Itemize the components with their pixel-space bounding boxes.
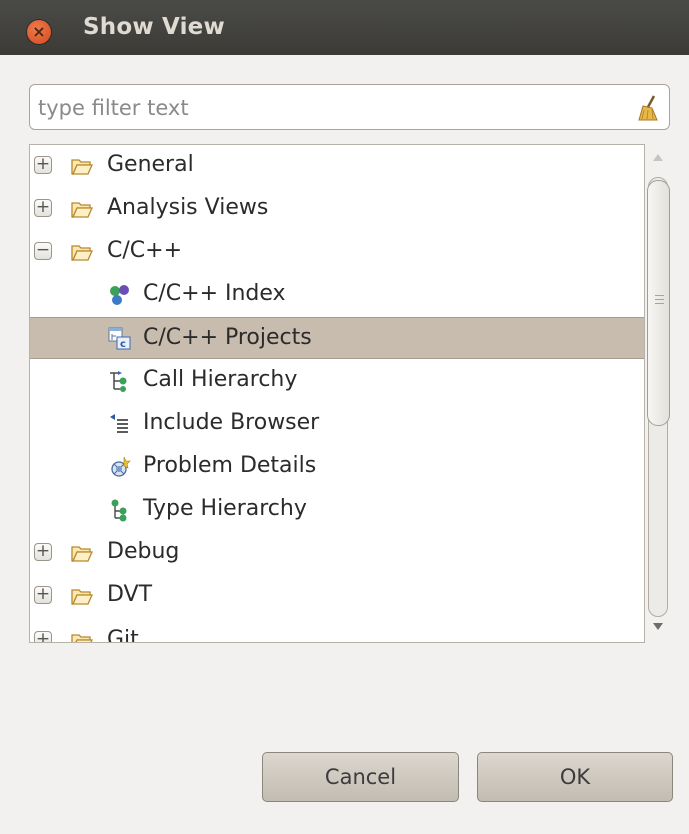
tree-item-cpp-index[interactable]: C/C++ Index [30,274,644,316]
folder-icon [71,634,93,642]
call-hierarchy-icon [110,371,127,392]
expand-toggle[interactable]: + [34,156,52,174]
folder-icon [71,159,93,175]
svg-text:c: c [120,339,126,350]
collapse-toggle[interactable]: − [34,242,52,260]
tree-item-label: Analysis Views [107,195,269,220]
tree-item-call-hierarchy[interactable]: Call Hierarchy [30,360,644,402]
tree-item-cpp[interactable]: − C/C++ [30,231,644,273]
folder-icon [71,202,93,218]
tree-item-label: Problem Details [143,453,317,478]
tree-item-label: C/C++ [107,238,183,263]
tree-item-cpp-projects[interactable]: c C/C++ Projects [30,317,644,359]
scroll-up-arrow-icon[interactable] [653,154,663,161]
close-window-button[interactable]: × [27,20,51,44]
type-hierarchy-icon [111,499,127,522]
ok-button[interactable]: OK [477,752,673,802]
folder-icon [71,589,93,605]
title-bar: × Show View [0,0,689,55]
tree-item-label: C/C++ Projects [143,325,312,350]
grip-line [655,299,664,300]
cancel-button[interactable]: Cancel [262,752,459,802]
folder-open-icon [71,245,93,261]
view-tree[interactable]: + General + Analysis Views − C/C++ C/C++… [29,144,645,643]
problem-details-icon [111,456,131,477]
tree-item-label: Debug [107,539,180,564]
window-title: Show View [83,14,225,40]
folder-icon [71,546,93,562]
tree-item-git[interactable]: + Git [30,620,644,643]
grip-line [655,303,664,304]
tree-item-analysis-views[interactable]: + Analysis Views [30,188,644,230]
tree-item-label: Include Browser [143,410,320,435]
projects-icon: c [108,327,131,350]
expand-toggle[interactable]: + [34,631,52,642]
expand-toggle[interactable]: + [34,543,52,561]
tree-item-label: Git [107,627,139,643]
tree-item-debug[interactable]: + Debug [30,532,644,574]
tree-item-problem-details[interactable]: Problem Details [30,446,644,488]
tree-item-dvt[interactable]: + DVT [30,575,644,617]
tree-item-label: C/C++ Index [143,281,286,306]
broom-icon[interactable] [635,94,661,122]
tree-item-label: Call Hierarchy [143,367,298,392]
filter-input[interactable] [36,93,630,123]
tree-item-type-hierarchy[interactable]: Type Hierarchy [30,489,644,531]
vertical-scrollbar[interactable] [645,144,672,643]
expand-toggle[interactable]: + [34,199,52,217]
tree-item-general[interactable]: + General [30,145,644,187]
tree-item-label: DVT [107,582,153,607]
scroll-down-arrow-icon[interactable] [653,623,663,630]
scroll-thumb[interactable] [647,180,670,426]
tree-item-label: General [107,152,194,177]
tree-item-include-browser[interactable]: Include Browser [30,403,644,445]
grip-line [655,295,664,296]
include-browser-icon [110,414,128,433]
index-icon [110,285,129,305]
expand-toggle[interactable]: + [34,586,52,604]
filter-field[interactable] [29,84,670,130]
tree-item-label: Type Hierarchy [143,496,307,521]
